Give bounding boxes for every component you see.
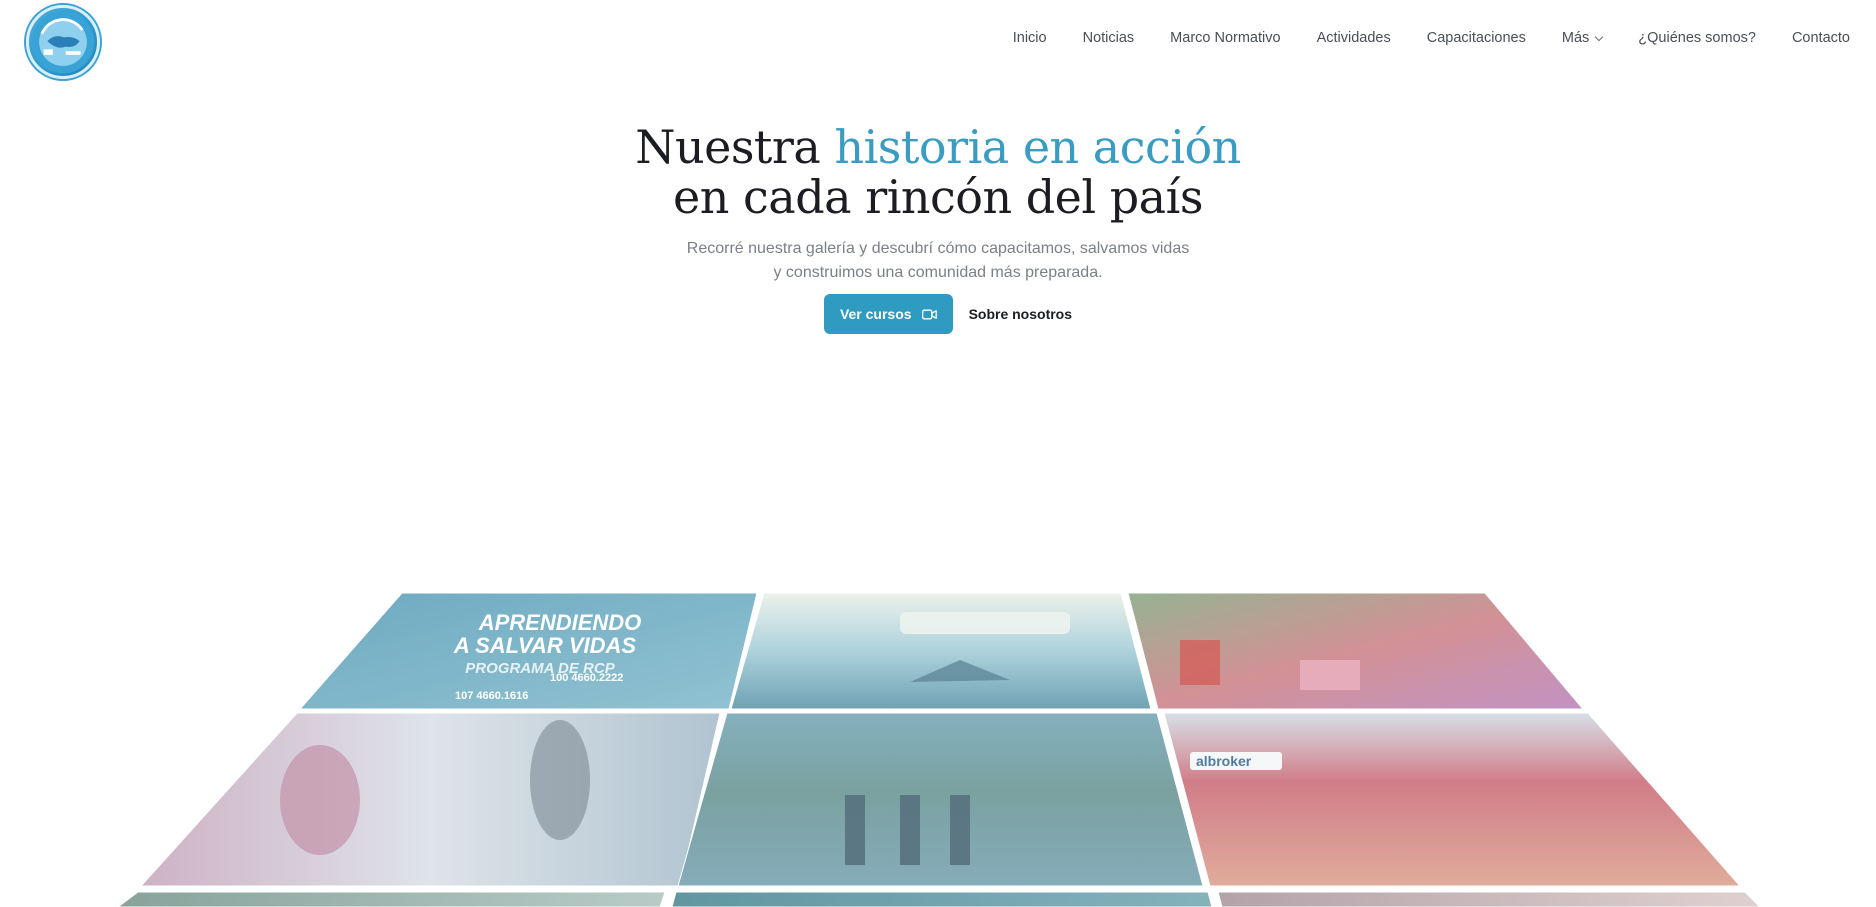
gallery-photo-group-gym[interactable]: albroker xyxy=(1163,712,1742,887)
ver-cursos-button[interactable]: Ver cursos xyxy=(823,294,953,334)
hero-title-line2: en cada rincón del país xyxy=(673,170,1203,224)
nav-mas-dropdown[interactable]: Más xyxy=(1561,30,1604,46)
poster-title-line2: A SALVAR VIDAS xyxy=(453,633,636,658)
chevron-down-icon xyxy=(1595,32,1604,41)
site-header: Inicio Noticias Marco Normativo Activida… xyxy=(0,0,1876,84)
nav-capacitaciones-label: Capacitaciones xyxy=(1426,30,1526,46)
nav-quienes-somos[interactable]: ¿Quiénes somos? xyxy=(1638,30,1756,46)
nav-actividades-label: Actividades xyxy=(1316,30,1391,46)
gallery-photo-row3-center[interactable] xyxy=(671,891,1213,907)
gallery-photo-demo-stage[interactable] xyxy=(730,592,1152,710)
poster-phone-1: 107 4660.1616 xyxy=(455,690,528,702)
argentina-badge-logo[interactable] xyxy=(26,5,100,79)
gallery-photo-training-room[interactable] xyxy=(139,712,721,887)
gym-banner-text: albroker xyxy=(1196,753,1252,769)
main-nav: Inicio Noticias Marco Normativo Activida… xyxy=(977,30,1850,46)
logo-emblem-icon xyxy=(31,10,95,74)
gallery-photo-rcp-poster[interactable]: APRENDIENDO A SALVAR VIDAS PROGRAMA DE R… xyxy=(298,592,758,710)
gallery-photo-row3-right[interactable] xyxy=(1217,891,1761,907)
hero-title-part1: Nuestra xyxy=(635,120,821,174)
hero-subtitle: Recorré nuestra galería y descubrí cómo … xyxy=(0,237,1876,285)
hero-title: Nuestra historia en acción en cada rincó… xyxy=(0,122,1876,222)
sobre-nosotros-button[interactable]: Sobre nosotros xyxy=(969,306,1072,322)
nav-capacitaciones[interactable]: Capacitaciones xyxy=(1427,30,1526,46)
nav-contacto-label: Contacto xyxy=(1791,30,1850,46)
gallery-photo-outdoor-class[interactable] xyxy=(1127,592,1585,710)
nav-quienes-somos-label: ¿Quiénes somos? xyxy=(1638,30,1756,46)
nav-contacto[interactable]: Contacto xyxy=(1792,30,1850,46)
nav-mas-label: Más xyxy=(1561,30,1590,46)
video-camera-icon xyxy=(921,309,937,319)
hero-title-accent: historia en acción xyxy=(834,120,1241,174)
gallery-photo-row3-left[interactable] xyxy=(117,891,666,907)
gallery-photo-police-field[interactable] xyxy=(677,712,1204,887)
nav-actividades[interactable]: Actividades xyxy=(1317,30,1391,46)
poster-phone-2: 100 4660.2222 xyxy=(550,672,623,684)
poster-title-line1: APRENDIENDO xyxy=(478,610,642,635)
hero-actions: Ver cursos Sobre nosotros xyxy=(0,294,1876,334)
nav-noticias[interactable]: Noticias xyxy=(1083,30,1135,46)
nav-inicio-label: Inicio xyxy=(1012,30,1047,46)
hero-subtitle-line1: Recorré nuestra galería y descubrí cómo … xyxy=(686,240,1190,257)
nav-marco-normativo[interactable]: Marco Normativo xyxy=(1170,30,1280,46)
nav-inicio[interactable]: Inicio xyxy=(1013,30,1047,46)
ver-cursos-label: Ver cursos xyxy=(839,306,912,322)
nav-noticias-label: Noticias xyxy=(1082,30,1135,46)
nav-marco-normativo-label: Marco Normativo xyxy=(1170,30,1281,46)
hero-subtitle-line2: y construimos una comunidad más preparad… xyxy=(773,264,1103,281)
